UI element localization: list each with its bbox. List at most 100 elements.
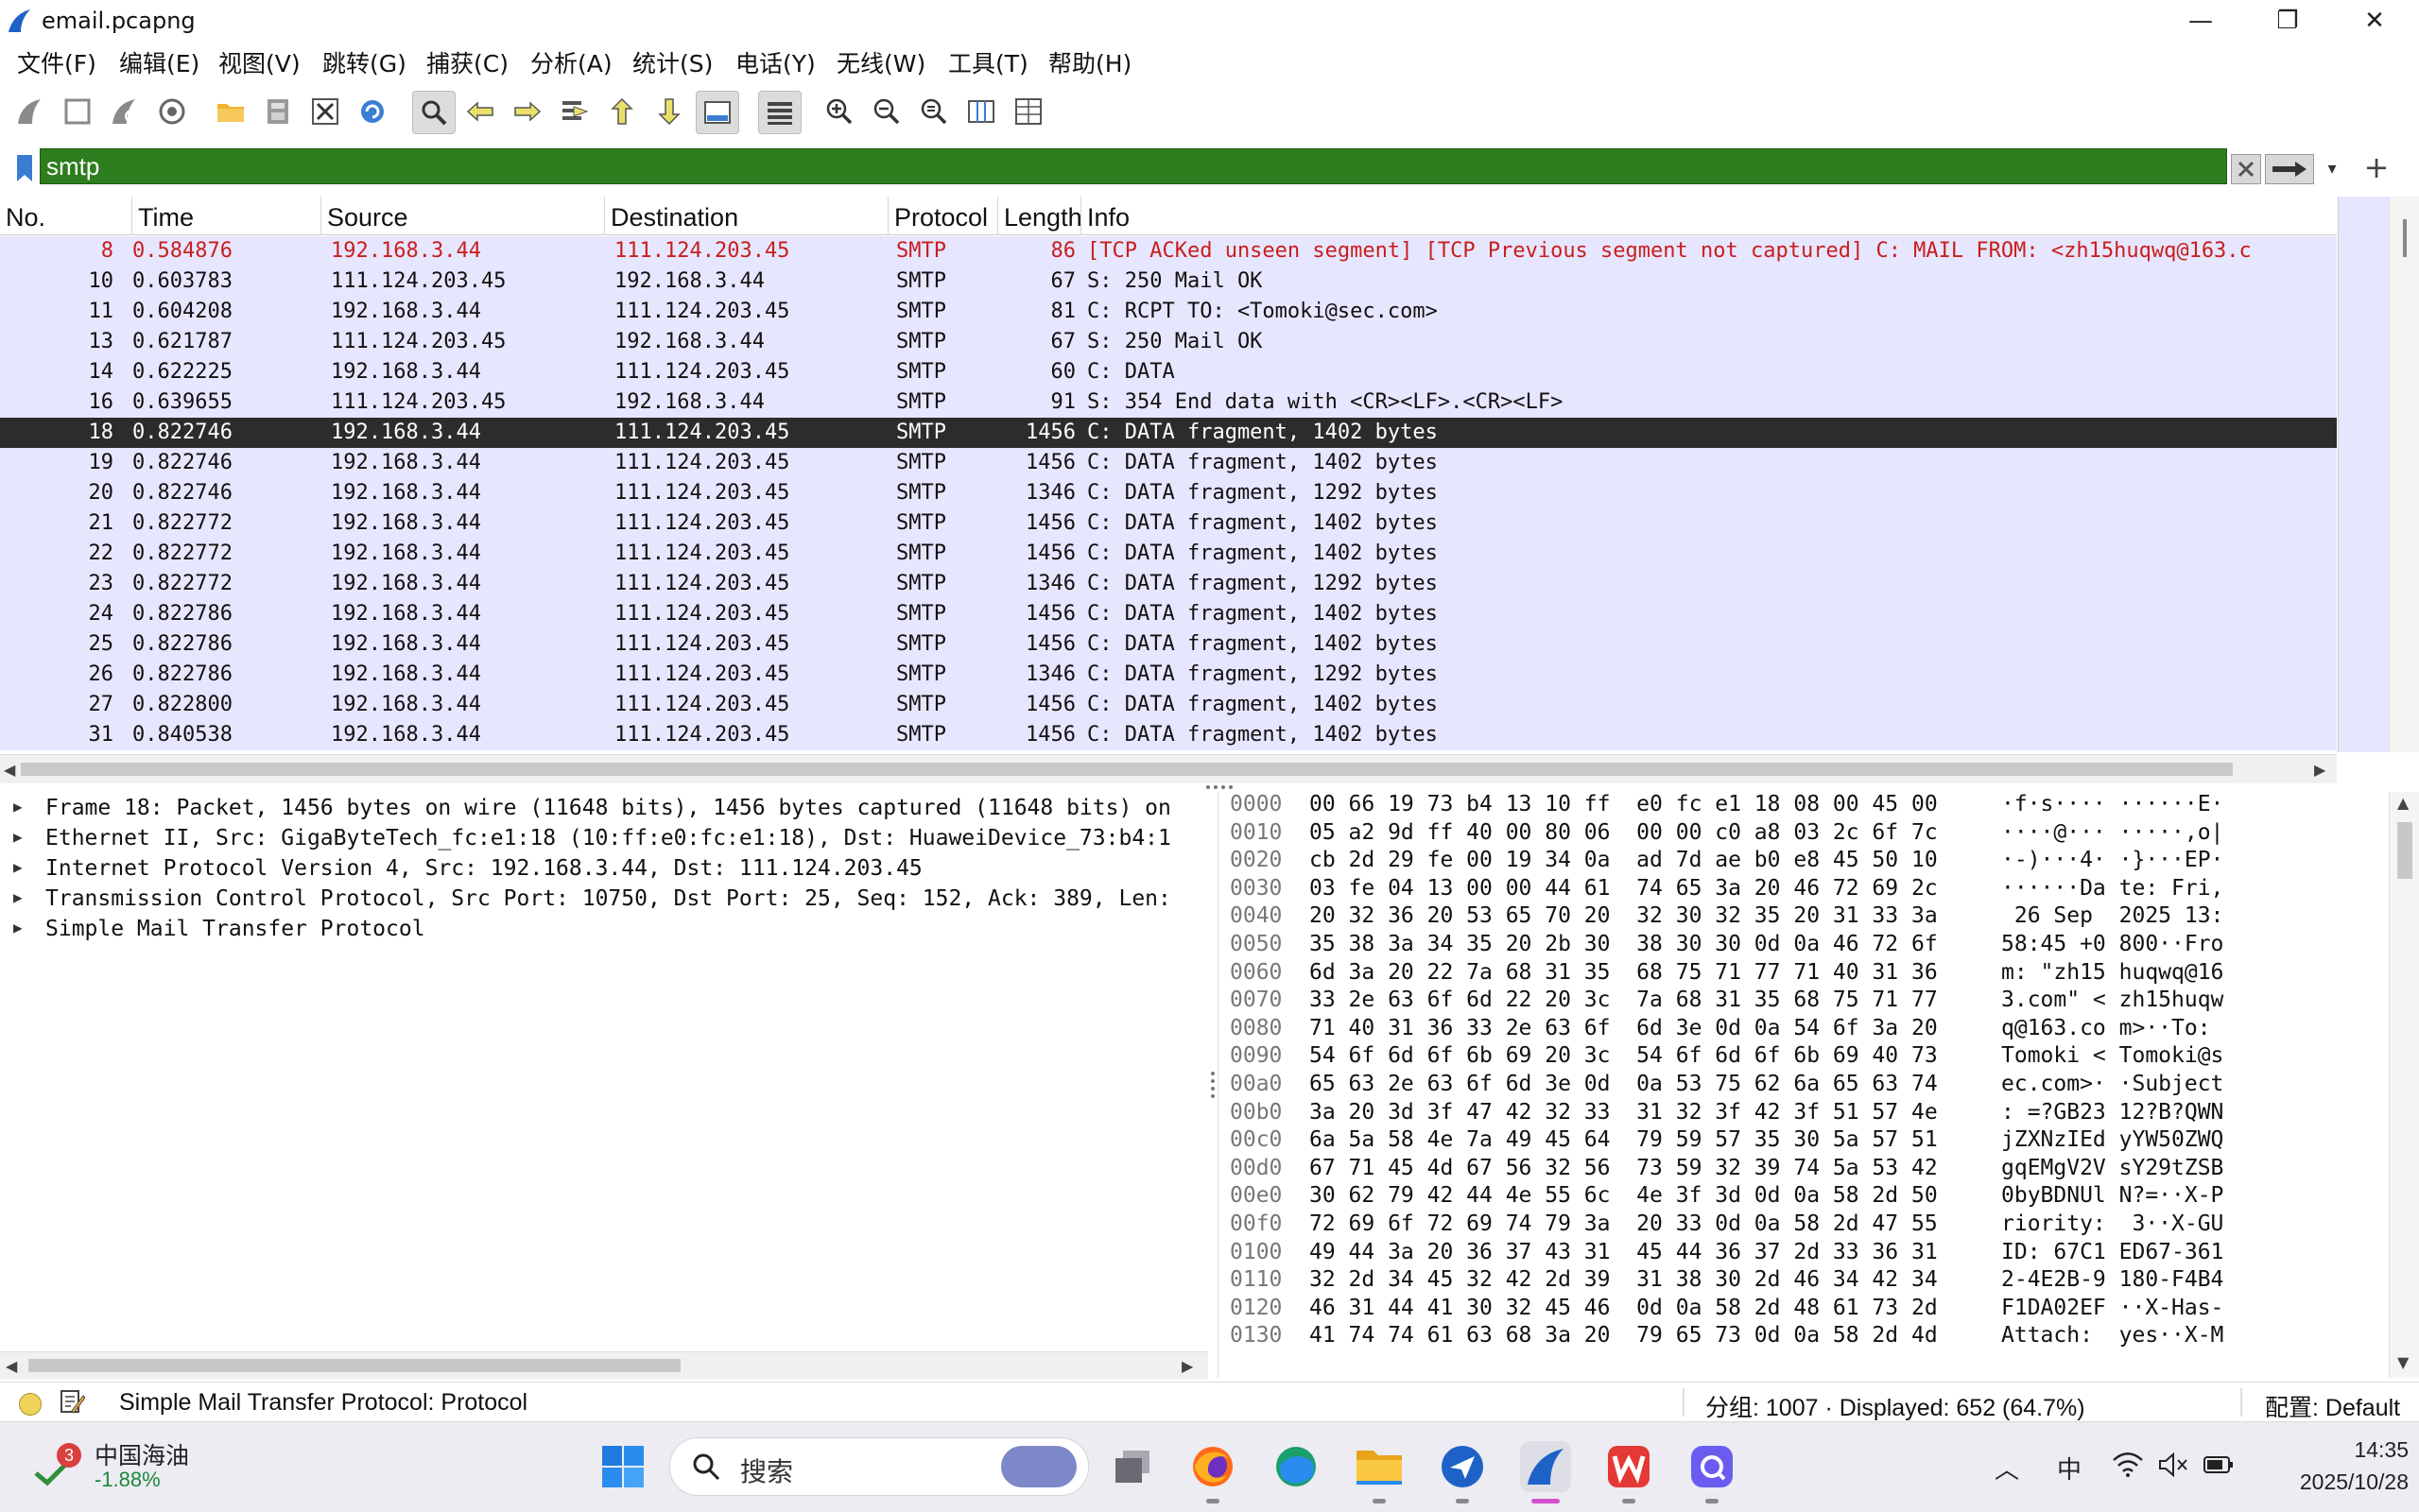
stop-capture-button[interactable] bbox=[57, 91, 98, 132]
taskbar-search[interactable]: 搜索 bbox=[669, 1437, 1089, 1496]
restart-capture-button[interactable] bbox=[104, 91, 146, 132]
details-horizontal-scrollbar[interactable]: ◀ ▶ bbox=[0, 1351, 1208, 1379]
go-back-button[interactable] bbox=[459, 91, 501, 132]
vertical-splitter-handle[interactable] bbox=[1208, 1068, 1218, 1106]
packet-list-vertical-scrollbar[interactable] bbox=[2389, 197, 2419, 752]
hex-row[interactable]: 0110 32 2d 34 45 32 42 2d 39 31 38 30 2d … bbox=[1218, 1267, 2391, 1296]
save-file-button[interactable] bbox=[257, 91, 299, 132]
hex-row[interactable]: 00a0 65 63 2e 63 6f 6d 3e 0d 0a 53 75 62 … bbox=[1218, 1072, 2391, 1100]
hex-row[interactable]: 0040 20 32 36 20 53 65 70 20 32 30 32 35 … bbox=[1218, 903, 2391, 932]
expand-arrow-icon[interactable]: ▶ bbox=[13, 888, 23, 906]
battery-icon[interactable] bbox=[2203, 1452, 2235, 1477]
go-to-packet-button[interactable] bbox=[554, 91, 596, 132]
maximize-button[interactable]: ❐ bbox=[2244, 0, 2331, 42]
wifi-icon[interactable] bbox=[2112, 1451, 2144, 1479]
input-method-indicator[interactable]: 中 bbox=[2057, 1451, 2082, 1486]
expert-info-icon[interactable] bbox=[19, 1393, 42, 1416]
first-packet-button[interactable] bbox=[601, 91, 643, 132]
clock-date[interactable]: 2025/10/28 bbox=[2238, 1469, 2409, 1495]
task-view-button[interactable] bbox=[1108, 1441, 1159, 1492]
packet-row[interactable]: 19 0.822746 192.168.3.44 111.124.203.45 SMTP… bbox=[0, 448, 2337, 478]
column-header-time[interactable]: Time bbox=[132, 197, 321, 234]
expand-arrow-icon[interactable]: ▶ bbox=[13, 858, 23, 876]
menu-help[interactable]: 帮助(H) bbox=[1048, 45, 1132, 79]
hex-row[interactable]: 0100 49 44 3a 20 36 37 43 31 45 44 36 37 … bbox=[1218, 1240, 2391, 1268]
column-header-length[interactable]: Length bbox=[998, 197, 1081, 234]
hex-row[interactable]: 0080 71 40 31 36 33 2e 63 6f 6d 3e 0d 0a … bbox=[1218, 1016, 2391, 1044]
details-tree-item[interactable]: ▶ Frame 18: Packet, 1456 bytes on wire (1… bbox=[0, 794, 1208, 824]
packet-row[interactable]: 10 0.603783 111.124.203.45 192.168.3.44 SMTP… bbox=[0, 266, 2337, 297]
hex-row[interactable]: 0090 54 6f 6d 6f 6b 69 20 3c 54 6f 6d 6f … bbox=[1218, 1043, 2391, 1072]
packet-row[interactable]: 11 0.604208 192.168.3.44 111.124.203.45 SMTP… bbox=[0, 297, 2337, 327]
zoom-in-button[interactable] bbox=[819, 91, 860, 132]
hex-row[interactable]: 0060 6d 3a 20 22 7a 68 31 35 68 75 71 77 … bbox=[1218, 960, 2391, 988]
minimize-button[interactable]: — bbox=[2157, 0, 2244, 42]
packet-row[interactable]: 23 0.822772 192.168.3.44 111.124.203.45 SMTP… bbox=[0, 569, 2337, 599]
hex-row[interactable]: 0020 cb 2d 29 fe 00 19 34 0a ad 7d ae b0 … bbox=[1218, 848, 2391, 876]
expand-arrow-icon[interactable]: ▶ bbox=[13, 798, 23, 816]
menu-file[interactable]: 文件(F) bbox=[17, 45, 96, 79]
scroll-right-icon[interactable]: ▶ bbox=[1182, 1357, 1193, 1375]
taskbar-ai-assistant[interactable] bbox=[1686, 1441, 1737, 1503]
close-button[interactable]: ✕ bbox=[2331, 0, 2418, 42]
taskbar-wireshark[interactable] bbox=[1520, 1441, 1571, 1503]
apply-filter-button[interactable] bbox=[2265, 154, 2314, 184]
menu-wireless[interactable]: 无线(W) bbox=[837, 45, 925, 79]
display-filter-input[interactable]: smtp bbox=[40, 148, 2227, 184]
menu-tools[interactable]: 工具(T) bbox=[948, 45, 1028, 79]
scrollbar-thumb[interactable] bbox=[2397, 822, 2412, 879]
scroll-left-icon[interactable]: ◀ bbox=[6, 1357, 17, 1375]
packet-row[interactable]: 13 0.621787 111.124.203.45 192.168.3.44 SMTP… bbox=[0, 327, 2337, 357]
column-header-info[interactable]: Info bbox=[1081, 197, 2337, 234]
zoom-out-button[interactable] bbox=[866, 91, 907, 132]
bookmark-icon[interactable] bbox=[9, 152, 40, 184]
hex-row[interactable]: 00e0 30 62 79 42 44 4e 55 6c 4e 3f 3d 0d … bbox=[1218, 1183, 2391, 1211]
hex-row[interactable]: 00c0 6a 5a 58 4e 7a 49 45 64 79 59 57 35 … bbox=[1218, 1127, 2391, 1156]
menu-statistics[interactable]: 统计(S) bbox=[632, 45, 713, 79]
start-button[interactable] bbox=[597, 1441, 648, 1492]
packet-row[interactable]: 18 0.822746 192.168.3.44 111.124.203.45 SMTP… bbox=[0, 418, 2337, 448]
taskbar-edge[interactable] bbox=[1270, 1441, 1322, 1492]
column-header-source[interactable]: Source bbox=[321, 197, 605, 234]
column-header-protocol[interactable]: Protocol bbox=[889, 197, 998, 234]
packet-row[interactable]: 20 0.822746 192.168.3.44 111.124.203.45 SMTP… bbox=[0, 478, 2337, 508]
start-capture-button[interactable] bbox=[9, 91, 51, 132]
packet-bytes-button[interactable] bbox=[1008, 91, 1049, 132]
hex-row[interactable]: 0050 35 38 3a 34 35 20 2b 30 38 30 30 0d … bbox=[1218, 932, 2391, 960]
normal-size-button[interactable] bbox=[913, 91, 955, 132]
volume-muted-icon[interactable] bbox=[2157, 1451, 2189, 1479]
details-tree-item[interactable]: ▶ Ethernet II, Src: GigaByteTech_fc:e1:18… bbox=[0, 824, 1208, 854]
capture-comment-icon[interactable] bbox=[59, 1388, 85, 1415]
taskbar-wps[interactable] bbox=[1603, 1441, 1654, 1503]
colorize-button[interactable] bbox=[758, 91, 802, 134]
packet-row[interactable]: 25 0.822786 192.168.3.44 111.124.203.45 SMTP… bbox=[0, 629, 2337, 660]
hex-row[interactable]: 0000 00 66 19 73 b4 13 10 ff e0 fc e1 18 … bbox=[1218, 792, 2391, 820]
taskbar-feishu[interactable] bbox=[1437, 1441, 1488, 1503]
resize-columns-button[interactable] bbox=[960, 91, 1002, 132]
menu-analyze[interactable]: 分析(A) bbox=[530, 45, 613, 79]
column-header-no[interactable]: No. bbox=[0, 197, 132, 234]
packet-row[interactable]: 31 0.840538 192.168.3.44 111.124.203.45 SMTP… bbox=[0, 720, 2337, 750]
filter-history-dropdown[interactable]: ▾ bbox=[2320, 154, 2344, 182]
packet-row[interactable]: 14 0.622225 192.168.3.44 111.124.203.45 SMTP… bbox=[0, 357, 2337, 387]
auto-scroll-button[interactable] bbox=[696, 91, 739, 134]
pane-splitter-handle[interactable] bbox=[1201, 782, 1238, 792]
find-packet-button[interactable] bbox=[412, 91, 456, 134]
packet-row[interactable]: 27 0.822800 192.168.3.44 111.124.203.45 SMTP… bbox=[0, 690, 2337, 720]
taskbar-file-explorer[interactable] bbox=[1354, 1441, 1405, 1503]
scroll-right-icon[interactable]: ▶ bbox=[2314, 761, 2325, 779]
scrollbar-thumb[interactable] bbox=[2403, 219, 2407, 257]
details-tree-item[interactable]: ▶ Internet Protocol Version 4, Src: 192.1… bbox=[0, 854, 1208, 885]
menu-view[interactable]: 视图(V) bbox=[218, 45, 301, 79]
scroll-up-icon[interactable]: ▲ bbox=[2397, 794, 2409, 812]
hex-row[interactable]: 0030 03 fe 04 13 00 00 44 61 74 65 3a 20 … bbox=[1218, 876, 2391, 904]
hex-row[interactable]: 0120 46 31 44 41 30 32 45 46 0d 0a 58 2d … bbox=[1218, 1296, 2391, 1324]
packet-row[interactable]: 21 0.822772 192.168.3.44 111.124.203.45 SMTP… bbox=[0, 508, 2337, 539]
menu-capture[interactable]: 捕获(C) bbox=[426, 45, 509, 79]
packet-row[interactable]: 24 0.822786 192.168.3.44 111.124.203.45 SMTP… bbox=[0, 599, 2337, 629]
menu-telephony[interactable]: 电话(Y) bbox=[735, 45, 816, 79]
close-file-button[interactable] bbox=[304, 91, 346, 132]
packet-row[interactable]: 8 0.584876 192.168.3.44 111.124.203.45 SMTP 8… bbox=[0, 236, 2337, 266]
hex-row[interactable]: 0070 33 2e 63 6f 6d 22 20 3c 7a 68 31 35 … bbox=[1218, 988, 2391, 1016]
scroll-left-icon[interactable]: ◀ bbox=[4, 761, 15, 779]
